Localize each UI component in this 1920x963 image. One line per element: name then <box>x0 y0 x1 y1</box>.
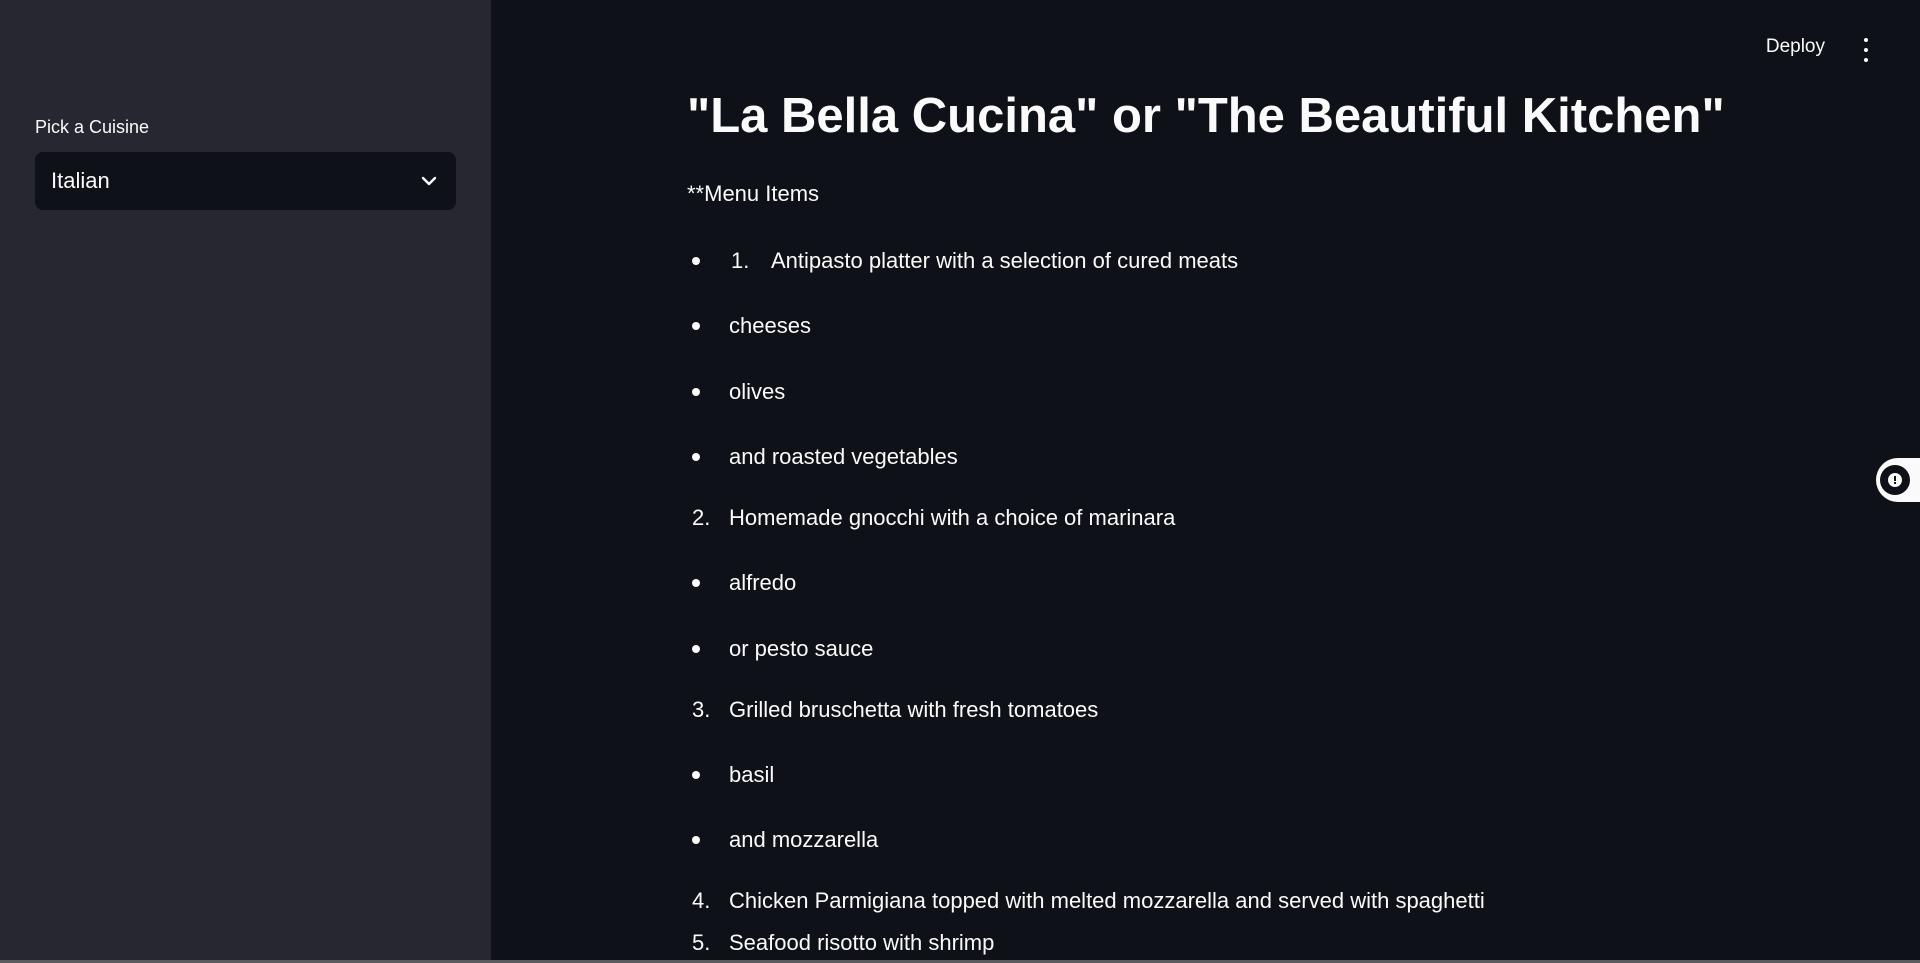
bullet-icon <box>692 836 700 844</box>
list-item-text: Grilled bruschetta with fresh tomatoes <box>729 697 1099 722</box>
list-item-number: 5. <box>692 930 711 955</box>
list-item-text: Chicken Parmigiana topped with melted mo… <box>729 888 1485 913</box>
bullet-icon <box>692 645 700 653</box>
menu-intro-text: **Menu Items <box>687 181 820 206</box>
cuisine-select-value: Italian <box>51 168 110 193</box>
cuisine-select[interactable]: Italian <box>35 152 456 210</box>
list-item-text: Antipasto platter with a selection of cu… <box>771 248 1239 273</box>
cuisine-select-label: Pick a Cuisine <box>35 117 150 137</box>
list-item-text: olives <box>729 379 786 404</box>
list-item-text: alfredo <box>729 570 797 595</box>
list-item-text: and mozzarella <box>729 827 879 852</box>
chat-widget-icon[interactable] <box>1876 458 1920 502</box>
list-item-text: Seafood risotto with shrimp <box>729 930 995 955</box>
list-item-text: cheeses <box>729 313 811 338</box>
list-item-text: basil <box>729 762 775 787</box>
list-item-text: and roasted vegetables <box>729 444 958 469</box>
bullet-icon <box>692 388 700 396</box>
main-content: Deploy "La Bella Cucina" or "The Beautif… <box>491 0 1920 960</box>
list-item-text: or pesto sauce <box>729 636 874 661</box>
kebab-menu-icon[interactable] <box>1860 38 1872 62</box>
deploy-button[interactable]: Deploy <box>1766 36 1825 58</box>
bullet-icon <box>692 257 700 265</box>
list-item-number: 4. <box>692 888 711 913</box>
chat-bubble-icon <box>1880 465 1910 495</box>
list-item-number: 1. <box>731 248 750 273</box>
sidebar: Pick a Cuisine Italian <box>0 0 491 960</box>
bullet-icon <box>692 579 700 587</box>
bullet-icon <box>692 322 700 330</box>
bullet-icon <box>692 453 700 461</box>
bullet-icon <box>692 771 700 779</box>
list-item-text: Homemade gnocchi with a choice of marina… <box>729 505 1176 530</box>
app: Pick a Cuisine Italian Deploy "La Bella … <box>0 0 1920 963</box>
list-item-number: 3. <box>692 697 711 722</box>
chevron-down-icon <box>418 170 440 192</box>
list-item-number: 2. <box>692 505 711 530</box>
page-title: "La Bella Cucina" or "The Beautiful Kitc… <box>687 89 1725 143</box>
